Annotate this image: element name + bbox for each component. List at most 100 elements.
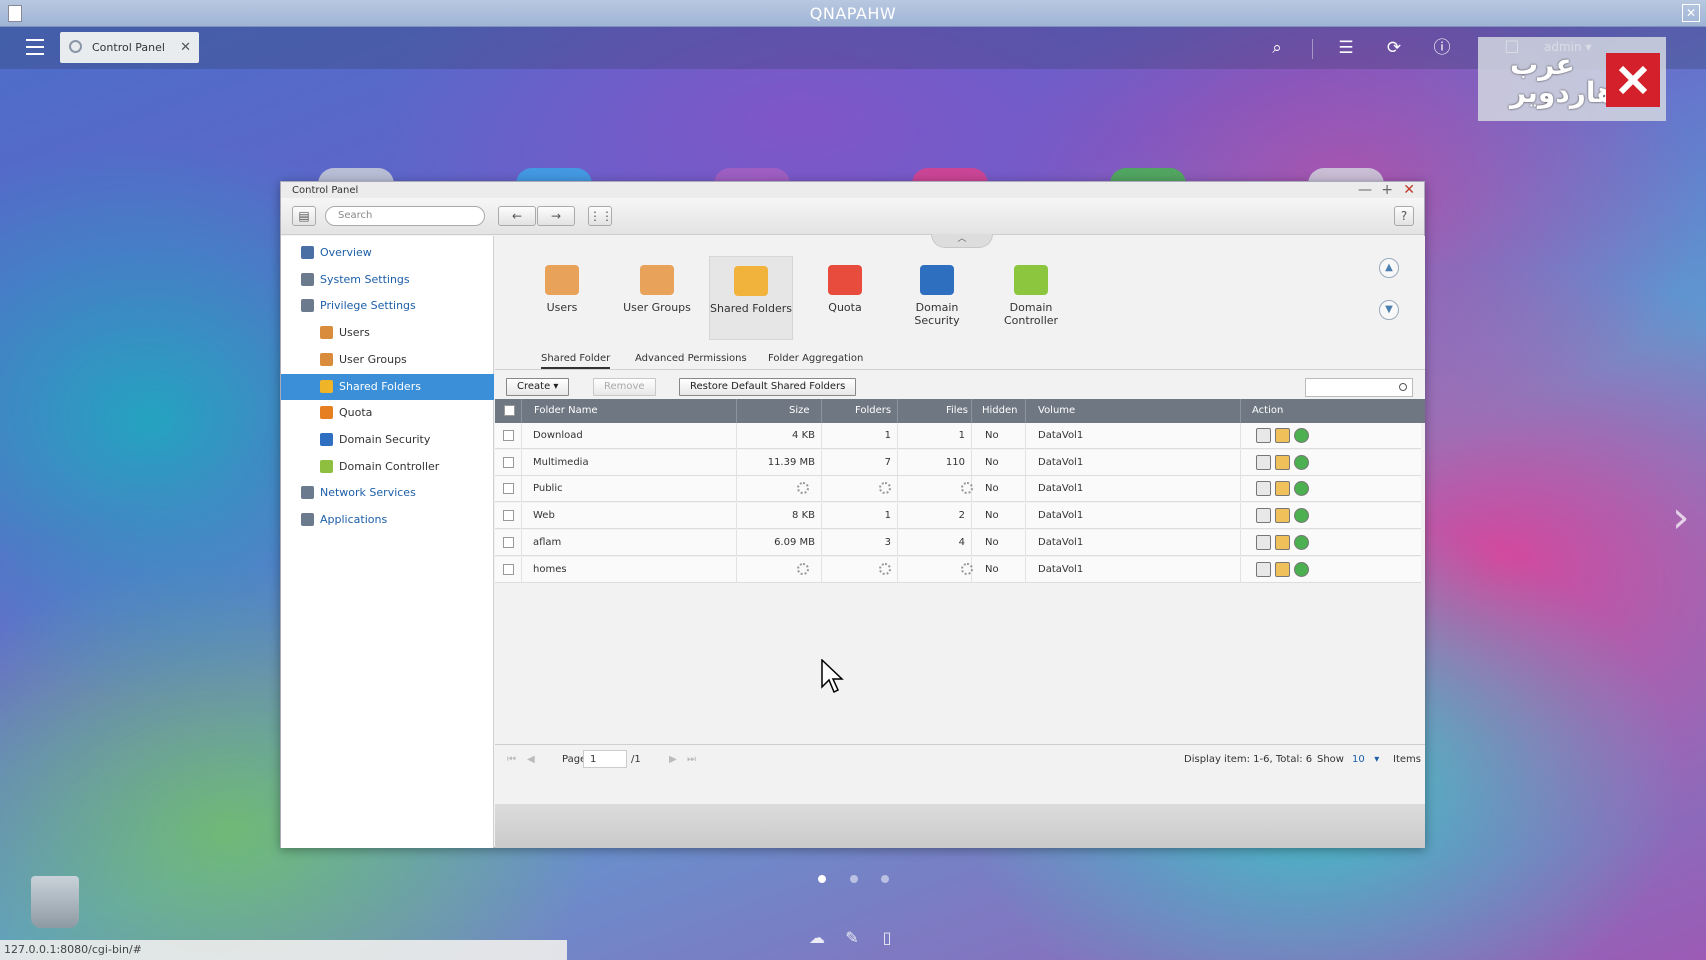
- book-icon[interactable]: ▯: [877, 928, 897, 947]
- table-search-input[interactable]: [1305, 378, 1413, 397]
- edit-icon[interactable]: [1256, 508, 1271, 524]
- forward-button[interactable]: →: [537, 206, 575, 226]
- scroll-down-icon[interactable]: ▼: [1379, 300, 1399, 320]
- refresh-icon[interactable]: [1294, 534, 1309, 550]
- edit-icon[interactable]: [1256, 534, 1271, 550]
- sidebar-toggle-icon[interactable]: ▤: [292, 206, 316, 226]
- search-input[interactable]: Search: [325, 206, 485, 226]
- cell-folder-name[interactable]: aflam: [533, 537, 561, 548]
- table-row[interactable]: homes No DataVol1: [495, 556, 1421, 583]
- row-checkbox[interactable]: [503, 563, 514, 575]
- header-hidden[interactable]: Hidden: [982, 405, 1017, 416]
- tools-icon[interactable]: ✎: [842, 928, 862, 947]
- app-quota[interactable]: Quota: [803, 256, 887, 340]
- next-page-icon[interactable]: ▶: [669, 754, 677, 765]
- sidebar-item-quota[interactable]: Quota: [281, 400, 494, 426]
- collapse-icon[interactable]: ︿: [931, 234, 993, 248]
- minimize-icon[interactable]: —: [1358, 183, 1372, 197]
- cell-folder-name[interactable]: Web: [533, 510, 555, 521]
- last-page-icon[interactable]: ⏭: [687, 754, 696, 765]
- permission-icon[interactable]: [1275, 481, 1290, 497]
- header-size[interactable]: Size: [789, 405, 810, 416]
- edit-icon[interactable]: [1256, 561, 1271, 577]
- prev-page-icon[interactable]: ◀: [527, 754, 535, 765]
- edit-icon[interactable]: [1256, 428, 1271, 443]
- tab-folder-aggregation[interactable]: Folder Aggregation: [768, 353, 863, 364]
- app-shared-folders[interactable]: Shared Folders: [709, 256, 793, 340]
- permission-icon[interactable]: [1275, 428, 1290, 443]
- header-folders[interactable]: Folders: [855, 405, 891, 416]
- sidebar-item-applications[interactable]: Applications: [281, 507, 494, 533]
- sidebar-item-users[interactable]: Users: [281, 320, 494, 346]
- edit-icon[interactable]: [1256, 454, 1271, 470]
- header-files[interactable]: Files: [946, 405, 968, 416]
- sidebar-item-system-settings[interactable]: System Settings: [281, 267, 494, 293]
- first-page-icon[interactable]: ⏮: [507, 754, 516, 765]
- table-row[interactable]: Multimedia 11.39 MB 7 110 No DataVol1: [495, 449, 1421, 476]
- cell-folder-name[interactable]: homes: [533, 564, 567, 575]
- refresh-icon[interactable]: [1294, 481, 1309, 497]
- page-dot-2[interactable]: [850, 875, 858, 883]
- permission-icon[interactable]: [1275, 454, 1290, 470]
- sidebar-item-domain-security[interactable]: Domain Security: [281, 427, 494, 453]
- create-button[interactable]: Create ▾: [506, 378, 570, 396]
- sidebar-item-privilege-settings[interactable]: Privilege Settings: [281, 293, 494, 319]
- help-button[interactable]: ?: [1394, 206, 1414, 226]
- maximize-icon[interactable]: +: [1381, 183, 1393, 197]
- sync-icon[interactable]: ⟳: [1384, 38, 1404, 58]
- permission-icon[interactable]: [1275, 534, 1290, 550]
- row-checkbox[interactable]: [503, 510, 514, 522]
- table-row[interactable]: aflam 6.09 MB 3 4 No DataVol1: [495, 529, 1421, 556]
- sidebar-item-overview[interactable]: Overview: [281, 240, 494, 266]
- table-row[interactable]: Public No DataVol1: [495, 476, 1421, 503]
- close-window-icon[interactable]: ✕: [1403, 183, 1415, 197]
- remove-button[interactable]: Remove: [593, 378, 656, 396]
- info-icon[interactable]: ⓘ: [1432, 38, 1452, 58]
- page-dot-1[interactable]: [818, 875, 826, 883]
- stack-icon[interactable]: ☰: [1336, 38, 1356, 58]
- back-button[interactable]: ←: [498, 206, 536, 226]
- header-folder-name[interactable]: Folder Name: [534, 405, 598, 416]
- permission-icon[interactable]: [1275, 561, 1290, 577]
- scroll-up-icon[interactable]: ▲: [1379, 258, 1399, 278]
- page-dot-3[interactable]: [881, 875, 889, 883]
- row-checkbox[interactable]: [503, 483, 514, 495]
- cell-folder-name[interactable]: Download: [533, 430, 583, 441]
- app-user-groups[interactable]: User Groups: [615, 256, 699, 340]
- page-size-select[interactable]: 10 ▾: [1352, 754, 1379, 765]
- sidebar-item-shared-folders[interactable]: Shared Folders: [281, 373, 494, 400]
- edit-icon[interactable]: [1256, 481, 1271, 497]
- restore-default-button[interactable]: Restore Default Shared Folders: [679, 378, 857, 396]
- row-checkbox[interactable]: [503, 456, 514, 468]
- close-tab-icon[interactable]: ✕: [180, 40, 191, 55]
- row-checkbox[interactable]: [503, 536, 514, 548]
- select-all-checkbox[interactable]: [504, 405, 515, 416]
- sidebar-item-network-services[interactable]: Network Services: [281, 480, 494, 506]
- permission-icon[interactable]: [1275, 508, 1290, 524]
- table-row[interactable]: Web 8 KB 1 2 No DataVol1: [495, 503, 1421, 530]
- os-close-button[interactable]: ✕: [1682, 4, 1700, 22]
- refresh-icon[interactable]: [1294, 508, 1309, 524]
- page-number-input[interactable]: 1: [583, 750, 627, 768]
- grid-view-icon[interactable]: ⋮⋮: [588, 206, 613, 226]
- recycle-bin-icon[interactable]: [31, 876, 79, 928]
- app-users[interactable]: Users: [520, 256, 604, 340]
- next-desktop-arrow-icon[interactable]: ›: [1672, 492, 1690, 543]
- table-row[interactable]: Download 4 KB 1 1 No DataVol1: [495, 423, 1421, 449]
- cloud-icon[interactable]: ☁: [807, 928, 827, 947]
- search-icon[interactable]: ⌕: [1267, 38, 1287, 58]
- sidebar-item-user-groups[interactable]: User Groups: [281, 347, 494, 373]
- tab-shared-folder[interactable]: Shared Folder: [541, 353, 611, 369]
- refresh-icon[interactable]: [1294, 454, 1309, 470]
- main-menu-icon[interactable]: [26, 39, 44, 55]
- refresh-icon[interactable]: [1294, 428, 1309, 443]
- refresh-icon[interactable]: [1294, 561, 1309, 577]
- row-checkbox[interactable]: [503, 430, 514, 441]
- taskbar-tab-control-panel[interactable]: Control Panel ✕: [60, 32, 199, 63]
- cell-folder-name[interactable]: Multimedia: [533, 457, 589, 468]
- header-volume[interactable]: Volume: [1038, 405, 1075, 416]
- cell-folder-name[interactable]: Public: [533, 483, 563, 494]
- tab-advanced-permissions[interactable]: Advanced Permissions: [635, 353, 747, 364]
- sidebar-item-domain-controller[interactable]: Domain Controller: [281, 454, 494, 480]
- app-domain-controller[interactable]: Domain Controller: [989, 256, 1073, 340]
